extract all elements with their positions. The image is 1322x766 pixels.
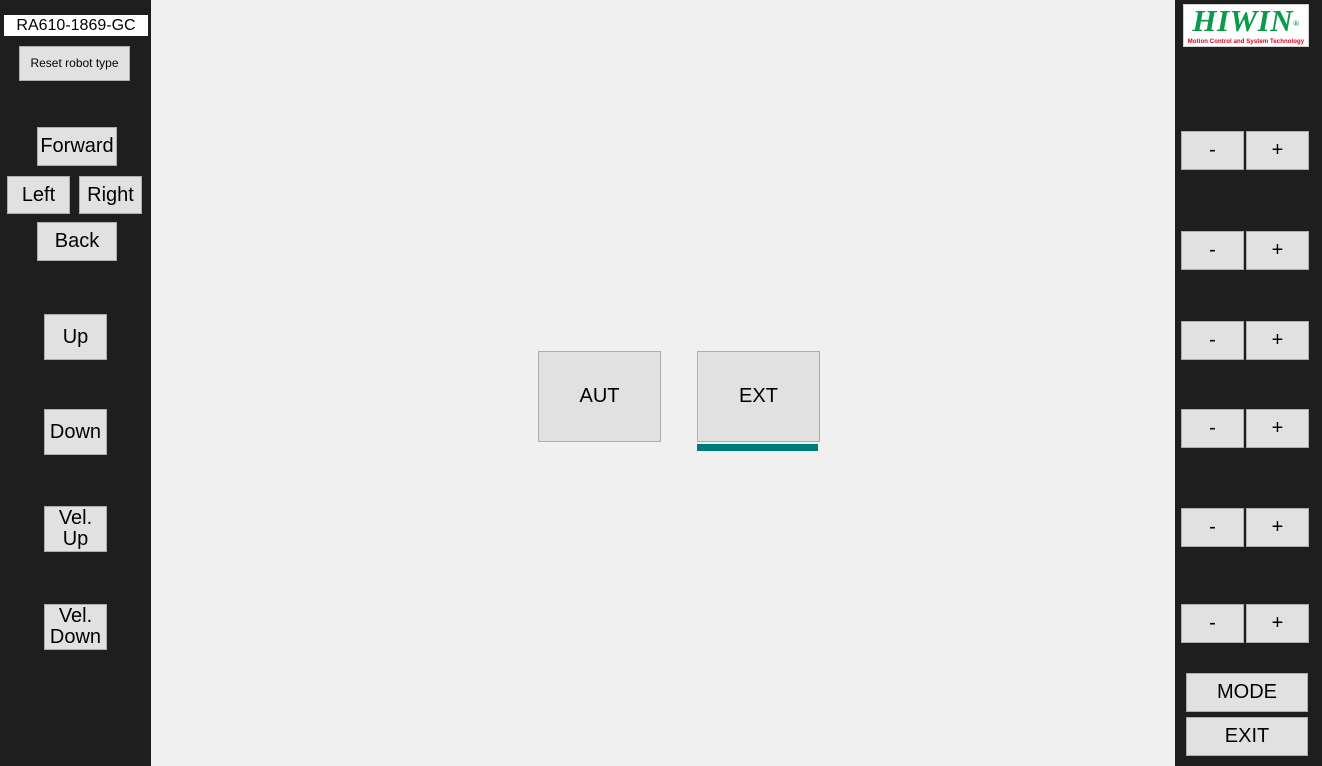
axis5-minus-button[interactable]: - [1181, 508, 1244, 547]
axis1-plus-button[interactable]: + [1246, 131, 1309, 170]
axis6-minus-button[interactable]: - [1181, 604, 1244, 643]
hiwin-logo: HIWIN® Motion Control and System Technol… [1183, 4, 1309, 47]
velocity-down-button[interactable]: Vel. Down [44, 604, 107, 650]
axis1-minus-button[interactable]: - [1181, 131, 1244, 170]
velocity-down-label-line2: Down [49, 626, 102, 648]
ext-mode-button[interactable]: EXT [697, 351, 820, 442]
exit-button[interactable]: EXIT [1186, 717, 1308, 756]
axis6-plus-button[interactable]: + [1246, 604, 1309, 643]
down-button[interactable]: Down [44, 409, 107, 455]
axis5-plus-button[interactable]: + [1246, 508, 1309, 547]
left-button[interactable]: Left [7, 176, 70, 214]
robot-type-label: RA610-1869-GC [4, 15, 148, 36]
back-button[interactable]: Back [37, 222, 117, 261]
right-control-panel [1175, 0, 1322, 766]
mode-button[interactable]: MODE [1186, 673, 1308, 712]
axis2-plus-button[interactable]: + [1246, 231, 1309, 270]
reset-robot-type-button[interactable]: Reset robot type [19, 46, 130, 81]
axis3-plus-button[interactable]: + [1246, 321, 1309, 360]
axis2-minus-button[interactable]: - [1181, 231, 1244, 270]
selected-mode-indicator [697, 444, 818, 451]
logo-wordmark: HIWIN® [1192, 2, 1300, 38]
forward-button[interactable]: Forward [37, 127, 117, 166]
velocity-up-label-line1: Vel. [58, 507, 93, 529]
logo-tagline: Motion Control and System Technology [1187, 39, 1305, 46]
left-control-panel [0, 0, 151, 766]
aut-mode-button[interactable]: AUT [538, 351, 661, 442]
up-button[interactable]: Up [44, 314, 107, 360]
velocity-down-label-line1: Vel. [58, 605, 93, 627]
axis4-minus-button[interactable]: - [1181, 409, 1244, 448]
velocity-up-label-line2: Up [62, 528, 89, 550]
velocity-up-button[interactable]: Vel. Up [44, 506, 107, 552]
axis4-plus-button[interactable]: + [1246, 409, 1309, 448]
axis3-minus-button[interactable]: - [1181, 321, 1244, 360]
right-button[interactable]: Right [79, 176, 142, 214]
